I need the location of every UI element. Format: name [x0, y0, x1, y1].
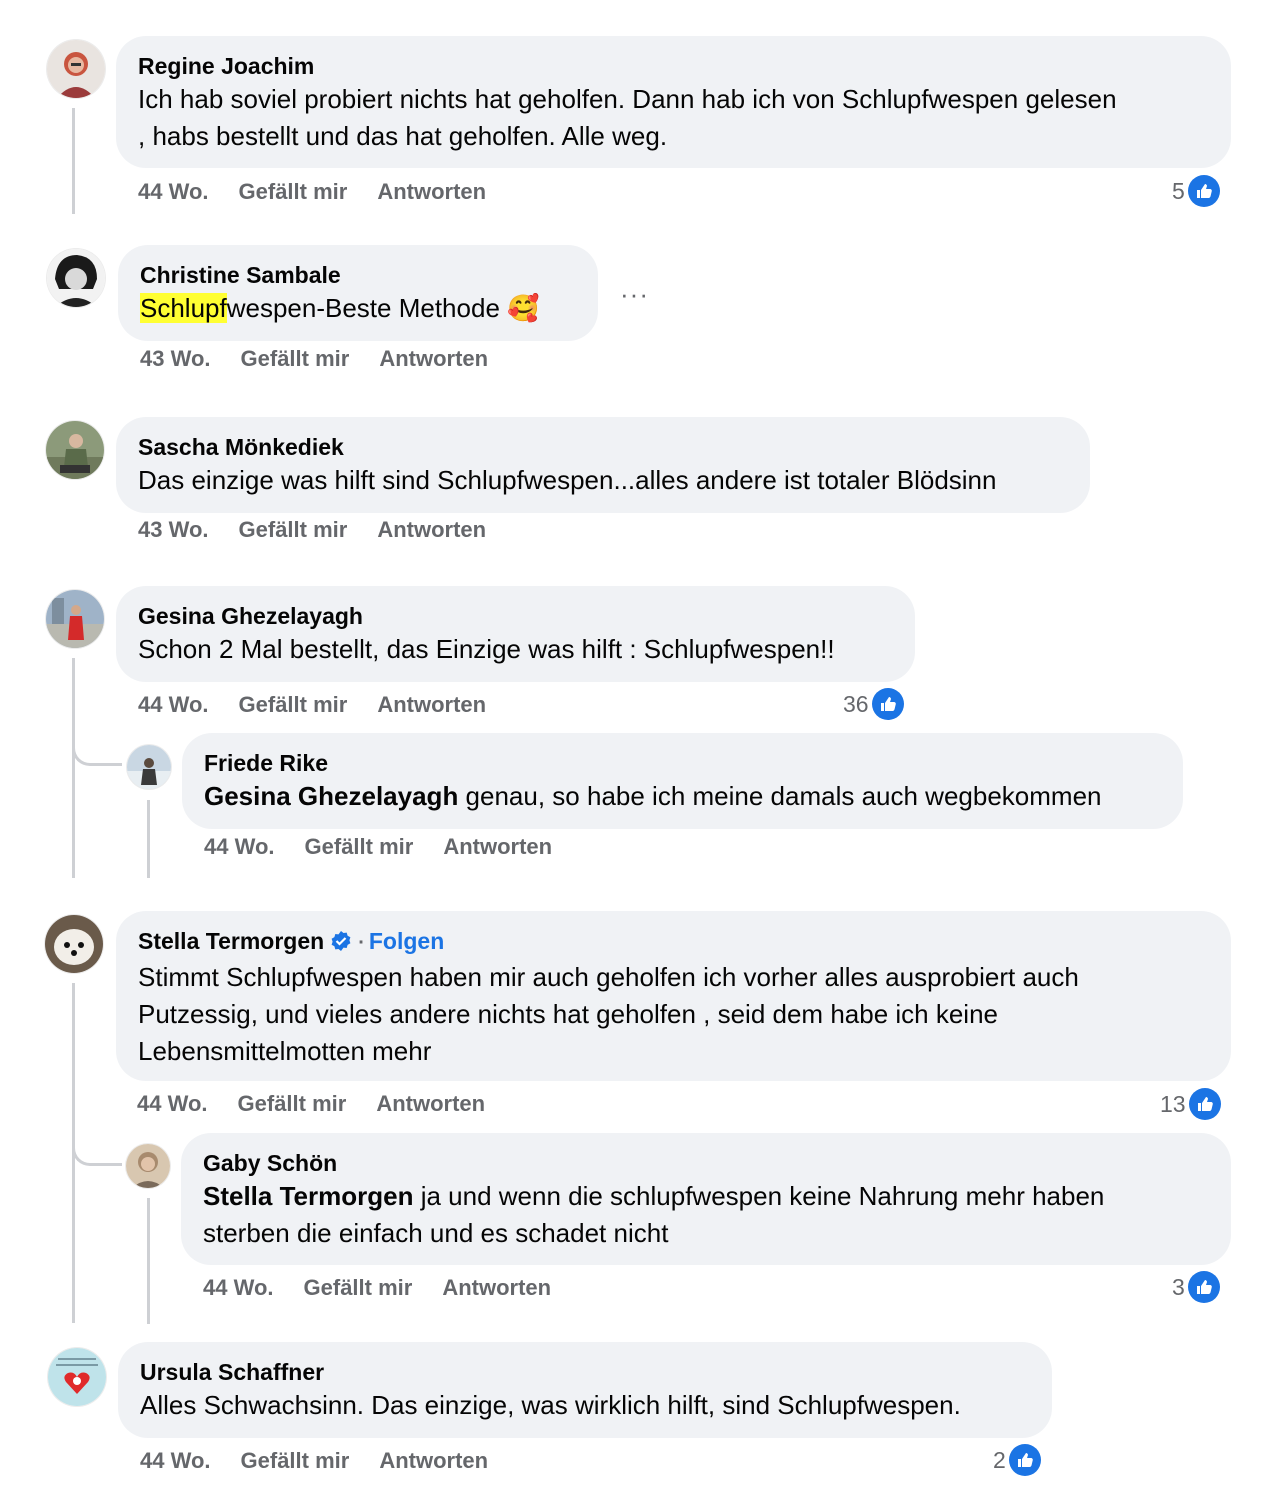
comment-actions: 44 Wo. Gefällt mir Antworten	[138, 690, 486, 720]
comment-time[interactable]: 44 Wo.	[138, 179, 209, 205]
comment-bubble: Stella Termorgen · Folgen Stimmt Schlupfwe…	[116, 911, 1231, 1081]
reply-link[interactable]: Antworten	[377, 517, 486, 543]
comment-actions: 44 Wo. Gefällt mir Antworten	[203, 1273, 551, 1303]
comment-text: Das einzige was hilft sind Schlupfwespen…	[138, 465, 997, 495]
reaction-number: 3	[1172, 1273, 1185, 1300]
mention-link[interactable]: Gesina Ghezelayagh	[204, 781, 458, 811]
comment-text: Stimmt Schlupfwespen haben mir auch geho…	[138, 962, 1079, 1066]
thread-line	[147, 800, 150, 878]
follow-button[interactable]: Folgen	[369, 928, 444, 954]
like-link[interactable]: Gefällt mir	[239, 692, 348, 718]
reply-connector	[72, 700, 122, 766]
reply-link[interactable]: Antworten	[376, 1091, 485, 1117]
reply-link[interactable]: Antworten	[377, 692, 486, 718]
comment-actions: 43 Wo. Gefällt mir Antworten	[140, 344, 488, 374]
reaction-number: 36	[843, 690, 869, 717]
reaction-count[interactable]: 5	[1172, 174, 1220, 208]
comment-author[interactable]: Friede Rike	[204, 748, 1161, 778]
search-highlight: Schlupf	[140, 293, 227, 323]
comment-actions: 44 Wo. Gefällt mir Antworten	[137, 1089, 485, 1119]
comment-time[interactable]: 44 Wo.	[138, 692, 209, 718]
avatar[interactable]	[48, 1348, 106, 1406]
like-icon	[1187, 175, 1220, 207]
comment-author[interactable]: Regine Joachim	[138, 51, 1209, 81]
comment-author-row: Stella Termorgen · Folgen	[138, 926, 1209, 959]
reply-link[interactable]: Antworten	[443, 834, 552, 860]
like-link[interactable]: Gefällt mir	[241, 1448, 350, 1474]
avatar[interactable]	[46, 421, 104, 479]
reply-link[interactable]: Antworten	[377, 179, 486, 205]
avatar[interactable]	[45, 915, 103, 973]
comment-bubble: Sascha Mönkediek Das einzige was hilft s…	[116, 417, 1090, 513]
comment-time[interactable]: 44 Wo.	[203, 1275, 274, 1301]
comment-time[interactable]: 44 Wo.	[204, 834, 275, 860]
comment-bubble: Regine Joachim Ich hab soviel probiert n…	[116, 36, 1231, 168]
more-options-icon[interactable]: ···	[620, 279, 649, 310]
comment-author[interactable]: Gaby Schön	[203, 1148, 1209, 1178]
comment-bubble: Gesina Ghezelayagh Schon 2 Mal bestellt,…	[116, 586, 915, 682]
separator-dot: ·	[358, 932, 365, 954]
avatar[interactable]	[126, 1144, 170, 1188]
like-link[interactable]: Gefällt mir	[305, 834, 414, 860]
like-icon	[871, 688, 904, 720]
comment-time[interactable]: 43 Wo.	[140, 346, 211, 372]
comment-text: Alles Schwachsinn. Das einzige, was wirk…	[140, 1390, 961, 1420]
reaction-count[interactable]: 3	[1172, 1270, 1220, 1304]
comment-bubble: Christine Sambale Schlupfwespen-Beste Me…	[118, 245, 598, 341]
comment-actions: 44 Wo. Gefällt mir Antworten	[140, 1446, 488, 1476]
reply-bubble: Gaby Schön Stella Termorgen ja und wenn …	[181, 1133, 1231, 1265]
comment-text: Stella Termorgen ja und wenn die schlupf…	[203, 1178, 1209, 1252]
like-link[interactable]: Gefällt mir	[238, 1091, 347, 1117]
reply-link[interactable]: Antworten	[379, 1448, 488, 1474]
reaction-number: 13	[1160, 1090, 1186, 1117]
comment-actions: 44 Wo. Gefällt mir Antworten	[204, 832, 552, 862]
reaction-number: 2	[993, 1446, 1006, 1473]
like-icon	[1187, 1271, 1220, 1303]
reaction-count[interactable]: 36	[843, 687, 904, 721]
comment-time[interactable]: 44 Wo.	[137, 1091, 208, 1117]
like-link[interactable]: Gefällt mir	[239, 179, 348, 205]
comment-author[interactable]: Christine Sambale	[140, 260, 576, 290]
comment-time[interactable]: 43 Wo.	[138, 517, 209, 543]
avatar[interactable]	[47, 40, 105, 98]
thread-line	[147, 1198, 150, 1324]
comment-text-rest: wespen-Beste Methode 🥰	[226, 293, 540, 323]
reaction-number: 5	[1172, 177, 1185, 204]
thread-line	[72, 108, 75, 214]
comment-text-rest: genau, so habe ich meine damals auch weg…	[458, 781, 1102, 811]
comment-time[interactable]: 44 Wo.	[140, 1448, 211, 1474]
reply-connector	[72, 1100, 122, 1166]
like-icon	[1188, 1088, 1221, 1120]
reply-link[interactable]: Antworten	[442, 1275, 551, 1301]
comment-author[interactable]: Ursula Schaffner	[140, 1357, 1030, 1387]
mention-link[interactable]: Stella Termorgen	[203, 1181, 413, 1211]
comment-text: Schon 2 Mal bestellt, das Einzige was hi…	[138, 634, 835, 664]
like-icon	[1008, 1444, 1041, 1476]
comment-text: Gesina Ghezelayagh genau, so habe ich me…	[204, 778, 1161, 815]
comment-text: Ich hab soviel probiert nichts hat gehol…	[138, 84, 1117, 151]
reaction-count[interactable]: 2	[993, 1443, 1041, 1477]
thread-line	[72, 658, 75, 878]
comment-author[interactable]: Sascha Mönkediek	[138, 432, 1068, 462]
like-link[interactable]: Gefällt mir	[304, 1275, 413, 1301]
verified-badge-icon	[330, 929, 352, 959]
like-link[interactable]: Gefällt mir	[239, 517, 348, 543]
reply-bubble: Friede Rike Gesina Ghezelayagh genau, so…	[182, 733, 1183, 829]
comment-text: Schlupfwespen-Beste Methode 🥰	[140, 290, 576, 327]
comment-author[interactable]: Stella Termorgen	[138, 928, 324, 954]
comment-actions: 43 Wo. Gefällt mir Antworten	[138, 515, 486, 545]
comment-actions: 44 Wo. Gefällt mir Antworten	[138, 177, 486, 207]
avatar[interactable]	[46, 590, 104, 648]
comment-author[interactable]: Gesina Ghezelayagh	[138, 601, 893, 631]
avatar[interactable]	[47, 249, 105, 307]
reaction-count[interactable]: 13	[1160, 1087, 1221, 1121]
reply-link[interactable]: Antworten	[379, 346, 488, 372]
comment-bubble: Ursula Schaffner Alles Schwachsinn. Das …	[118, 1342, 1052, 1438]
like-link[interactable]: Gefällt mir	[241, 346, 350, 372]
avatar[interactable]	[127, 745, 171, 789]
